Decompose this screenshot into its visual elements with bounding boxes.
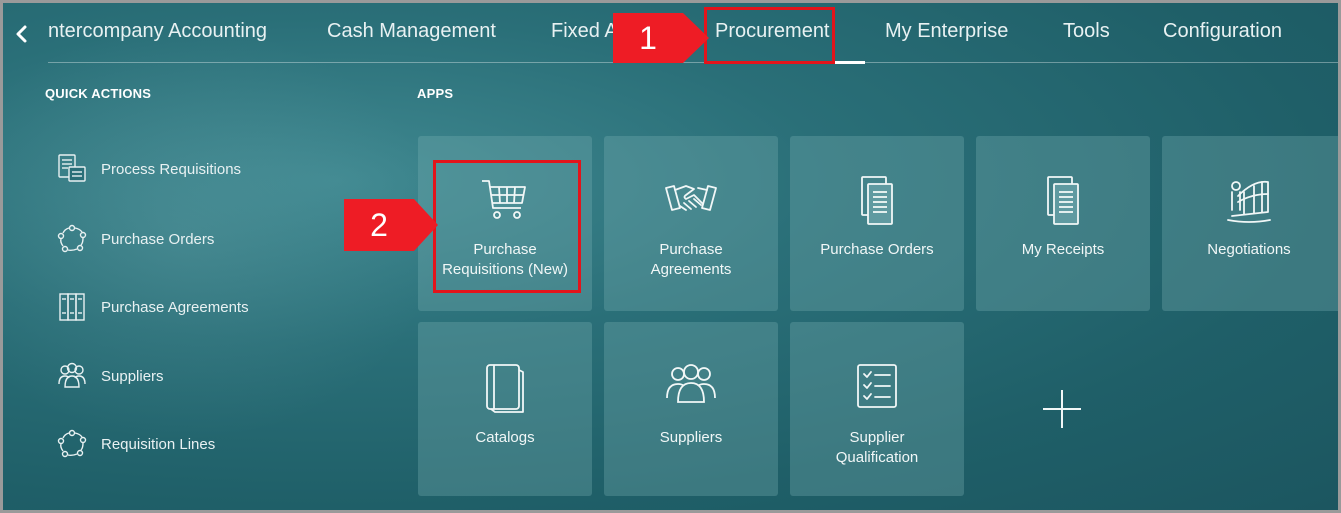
quick-action-suppliers[interactable]: Suppliers [55, 359, 164, 393]
callout-arrow-icon [414, 199, 438, 251]
tab-intercompany-accounting[interactable]: ntercompany Accounting [48, 20, 267, 43]
tab-configuration[interactable]: Configuration [1163, 20, 1282, 43]
process-requisitions-icon [55, 152, 89, 186]
callout-1: 1 [613, 13, 709, 63]
tab-tools[interactable]: Tools [1063, 20, 1110, 43]
tab-fixed-assets[interactable]: Fixed A [551, 20, 618, 43]
people-group-icon [604, 362, 778, 406]
tile-label: Supplier Qualification [794, 428, 960, 468]
app-tile-catalogs[interactable]: Catalogs [418, 322, 592, 496]
tile-label: Negotiations [1207, 241, 1291, 258]
quick-action-requisition-lines[interactable]: Requisition Lines [55, 427, 215, 461]
handshake-icon [604, 180, 778, 220]
tab-my-enterprise[interactable]: My Enterprise [885, 20, 1008, 43]
purchase-requisitions-highlight-box [433, 160, 581, 293]
tile-label: Suppliers [659, 429, 723, 446]
cycle-icon [55, 427, 89, 461]
tile-label-line: Purchase [659, 241, 723, 258]
quick-action-purchase-orders[interactable]: Purchase Orders [55, 222, 214, 256]
quick-actions-heading: QUICK ACTIONS [45, 86, 152, 101]
cycle-icon [55, 222, 89, 256]
documents-icon [976, 174, 1150, 228]
app-frame: ntercompany Accounting Cash Management F… [0, 0, 1341, 513]
checklist-icon [790, 362, 964, 410]
documents-icon [790, 174, 964, 228]
quick-action-purchase-agreements[interactable]: Purchase Agreements [55, 290, 249, 324]
quick-action-label: Process Requisitions [101, 160, 242, 178]
app-tile-purchase-agreements[interactable]: Purchase Agreements [604, 136, 778, 311]
callout-arrow-icon [683, 13, 709, 63]
tile-label: Purchase Agreements [608, 240, 774, 280]
quick-action-process-requisitions[interactable]: Process Requisitions [55, 152, 241, 186]
catalog-icon [418, 362, 592, 414]
negotiations-icon [1162, 174, 1336, 226]
tile-label: Purchase Orders [820, 241, 934, 258]
callout-number: 2 [344, 199, 414, 251]
people-group-icon [55, 359, 89, 393]
tile-label: Catalogs [475, 429, 535, 446]
quick-action-label: Suppliers [101, 367, 164, 385]
chevron-left-icon[interactable] [11, 23, 33, 45]
apps-heading: APPS [417, 86, 454, 101]
callout-2: 2 [344, 199, 438, 251]
procurement-highlight-box [704, 7, 835, 64]
tile-label-line: Supplier [849, 429, 905, 446]
quick-action-label: Purchase Agreements [101, 298, 249, 316]
tile-label: My Receipts [1021, 241, 1105, 258]
tab-cash-management[interactable]: Cash Management [327, 20, 496, 43]
tile-label-line: Agreements [650, 261, 732, 278]
callout-number: 1 [613, 13, 683, 63]
binders-icon [55, 290, 89, 324]
quick-action-label: Purchase Orders [101, 230, 215, 248]
app-tile-suppliers[interactable]: Suppliers [604, 322, 778, 496]
app-tile-supplier-qualification[interactable]: Supplier Qualification [790, 322, 964, 496]
app-tile-negotiations[interactable]: Negotiations [1162, 136, 1338, 311]
tile-label-line: Qualification [835, 449, 919, 466]
app-tile-purchase-orders[interactable]: Purchase Orders [790, 136, 964, 311]
app-tile-my-receipts[interactable]: My Receipts [976, 136, 1150, 311]
plus-icon[interactable] [1041, 388, 1083, 430]
quick-action-label: Requisition Lines [101, 435, 216, 453]
